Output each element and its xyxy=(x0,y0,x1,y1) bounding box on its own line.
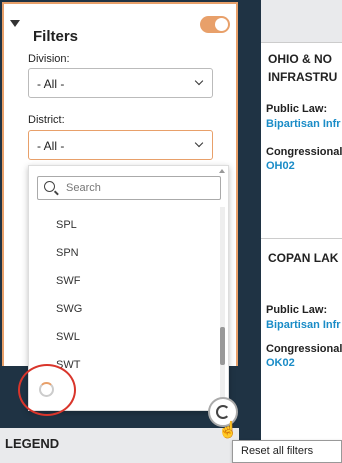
dropdown-option[interactable]: SPN xyxy=(56,247,79,259)
search-placeholder: Search xyxy=(66,182,101,194)
collapse-arrow-icon[interactable] xyxy=(10,20,20,27)
district-select[interactable]: - All - xyxy=(28,130,213,160)
division-select[interactable]: - All - xyxy=(28,68,213,98)
division-label: Division: xyxy=(28,53,70,65)
reset-icon xyxy=(216,405,230,419)
legend-label: LEGEND xyxy=(5,436,60,451)
division-select-value: - All - xyxy=(37,77,65,91)
scroll-up-icon[interactable] xyxy=(219,169,225,173)
toggle-knob xyxy=(215,18,228,31)
public-law-label: Public Law: xyxy=(266,304,328,316)
chevron-down-icon xyxy=(194,138,204,148)
dropdown-option[interactable]: SWL xyxy=(56,331,80,343)
result-card[interactable]: COPAN LAK Public Law: Bipartisan Infr Co… xyxy=(261,238,342,445)
reset-tooltip: Reset all filters xyxy=(232,440,342,463)
hand-cursor-icon: ☝ xyxy=(218,422,238,439)
filters-toggle[interactable] xyxy=(200,16,230,33)
right-divider xyxy=(239,0,261,463)
result-card[interactable]: OHIO & NO INFRASTRU Public Law: Bipartis… xyxy=(261,42,342,237)
highlight-ring xyxy=(18,364,76,416)
congressional-link[interactable]: OK02 xyxy=(266,357,295,369)
chevron-down-icon xyxy=(194,76,204,86)
card-title: INFRASTRU xyxy=(268,70,338,84)
congressional-label: Congressional xyxy=(266,146,342,158)
search-icon xyxy=(44,181,55,192)
dropdown-option[interactable]: SPL xyxy=(56,219,77,231)
dropdown-option[interactable]: SWF xyxy=(56,275,80,287)
scroll-thumb[interactable] xyxy=(220,327,225,365)
dropdown-option[interactable]: SWG xyxy=(56,303,82,315)
legend-bar[interactable]: LEGEND xyxy=(0,428,239,463)
public-law-label: Public Law: xyxy=(266,103,328,115)
public-law-link[interactable]: Bipartisan Infr xyxy=(266,118,341,130)
district-label: District: xyxy=(28,114,65,126)
card-title: OHIO & NO xyxy=(268,52,333,66)
search-input[interactable]: Search xyxy=(37,176,221,200)
filters-title: Filters xyxy=(33,28,79,45)
results-header xyxy=(261,0,342,42)
district-select-value: - All - xyxy=(37,139,65,153)
congressional-link[interactable]: OH02 xyxy=(266,160,295,172)
card-title: COPAN LAK xyxy=(268,251,339,265)
congressional-label: Congressional xyxy=(266,343,342,355)
dropdown-scrollbar[interactable] xyxy=(220,207,225,407)
public-law-link[interactable]: Bipartisan Infr xyxy=(266,319,341,331)
